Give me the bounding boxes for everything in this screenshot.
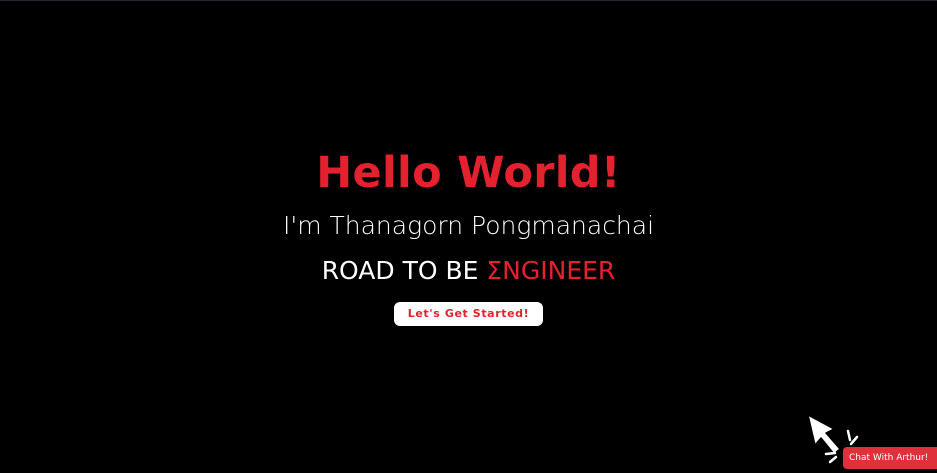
cta-container: Let's Get Started! <box>0 302 937 326</box>
hero-section: Hello World! I'm Thanagorn Pongmanachai … <box>0 0 937 473</box>
hero-subtitle: I'm Thanagorn Pongmanachai <box>282 211 655 240</box>
chat-with-arthur-button[interactable]: Chat With Arthur! <box>843 447 937 469</box>
get-started-button[interactable]: Let's Get Started! <box>393 302 544 326</box>
hero-tagline: ROAD TO BE ΣNGINEER <box>0 253 937 289</box>
hero-title: Hello World! <box>316 148 621 198</box>
tagline-accent: ΣNGINEER <box>486 256 616 285</box>
tagline-prefix: ROAD TO BE <box>321 256 487 285</box>
